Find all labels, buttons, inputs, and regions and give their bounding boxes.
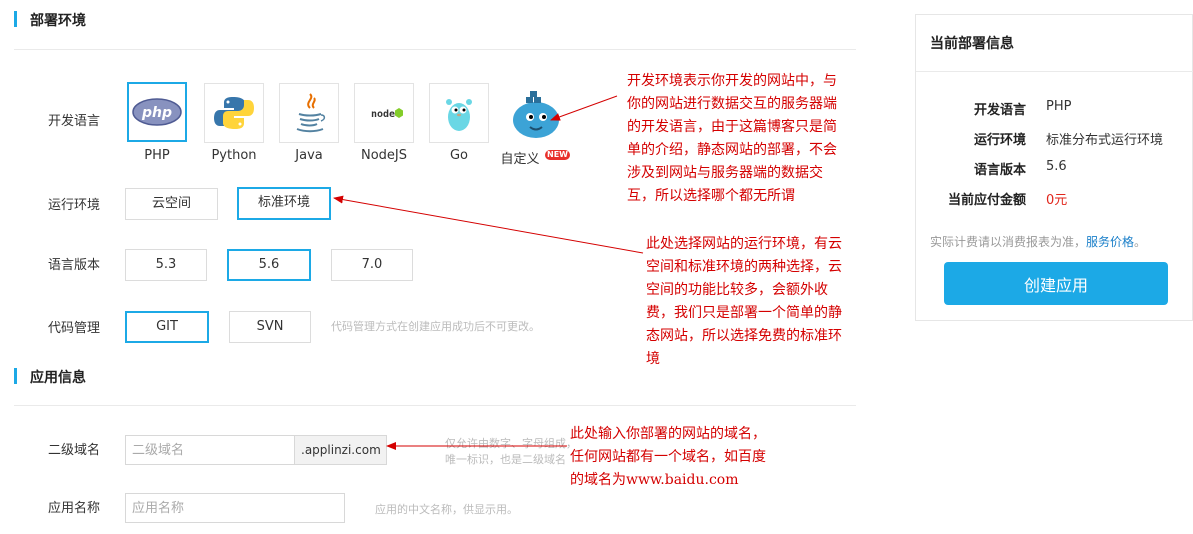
summary-label-language: 开发语言	[973, 103, 1026, 118]
version-option-7-0[interactable]: 7.0	[331, 249, 413, 281]
summary-value-runtime: 标准分布式运行环境	[1046, 133, 1164, 148]
annotation-line: 单的介绍，静态网站的部署，不会	[627, 142, 837, 158]
annotation-line: 互，所以选择哪个都无所谓	[627, 188, 795, 204]
annotation-line: 境	[646, 351, 660, 367]
billing-note-text: 实际计费请以消费报表为准，	[930, 235, 1087, 249]
annotation-line: 费，我们只是部署一个简单的静	[646, 305, 842, 321]
runtime-label: 运行环境	[48, 198, 101, 213]
section-title-deploy: 部署环境	[14, 10, 86, 30]
annotation-line: 此处输入你部署的网站的域名，	[570, 426, 766, 442]
annotation-language: 开发环境表示你开发的网站中，与 你的网站进行数据交互的服务器端 的开发语言，由于…	[627, 70, 837, 208]
annotation-line: 此处选择网站的运行环境，有云	[646, 236, 842, 252]
annotation-line: 你的网站进行数据交互的服务器端	[627, 96, 837, 112]
summary-title: 当前部署信息	[930, 36, 1014, 52]
pricing-link[interactable]: 服务价格	[1086, 235, 1134, 249]
domain-hint-line2: 唯一标识，也是二级域名	[445, 453, 566, 466]
domain-label: 二级域名	[48, 443, 101, 458]
annotation-line: 任何网站都有一个域名，如百度	[570, 449, 766, 465]
deploy-summary-panel: 当前部署信息 开发语言 PHP 运行环境 标准分布式运行环境 语言版本 5.6 …	[915, 14, 1193, 321]
vcs-hint: 代码管理方式在创建应用成功后不可更改。	[331, 320, 540, 333]
domain-input[interactable]	[125, 435, 295, 465]
annotation-line: 的开发语言，由于这篇博客只是简	[627, 119, 837, 135]
version-option-5-3[interactable]: 5.3	[125, 249, 207, 281]
language-option-custom[interactable]	[506, 83, 566, 143]
svg-text:node: node	[371, 109, 395, 120]
version-option-5-6[interactable]: 5.6	[227, 249, 311, 281]
domain-hint-line1: 仅允许由数字、字母组成，	[445, 437, 577, 450]
svg-text:php: php	[141, 105, 172, 121]
language-option-go[interactable]	[429, 83, 489, 143]
summary-value-version: 5.6	[1046, 159, 1067, 174]
docker-whale-icon	[513, 91, 559, 138]
vcs-label: 代码管理	[48, 321, 101, 336]
section-title-app: 应用信息	[14, 367, 86, 387]
divider	[14, 405, 856, 406]
annotation-line: 空间和标准环境的两种选择，云	[646, 259, 842, 275]
app-name-hint: 应用的中文名称，供显示用。	[375, 503, 518, 516]
annotation-line: 开发环境表示你开发的网站中，与	[627, 73, 837, 89]
language-option-python[interactable]	[204, 83, 264, 143]
annotation-domain: 此处输入你部署的网站的域名， 任何网站都有一个域名，如百度 的域名为www.ba…	[570, 423, 766, 492]
nodejs-logo-icon: node	[371, 108, 403, 120]
new-badge: NEW	[545, 150, 570, 160]
app-name-input[interactable]	[125, 493, 345, 523]
annotation-line: 涉及到网站与服务器端的数据交	[627, 165, 823, 181]
summary-label-version: 语言版本	[973, 163, 1026, 178]
go-gopher-icon	[446, 99, 472, 131]
annotation-line: 的域名为www.baidu.com	[570, 472, 739, 488]
divider	[14, 49, 856, 50]
summary-value-language: PHP	[1046, 99, 1072, 114]
summary-label-amount: 当前应付金额	[947, 193, 1026, 208]
app-name-label: 应用名称	[48, 501, 101, 516]
domain-suffix: .applinzi.com	[295, 435, 387, 465]
billing-note-end: 。	[1134, 235, 1147, 249]
runtime-option-cloud-space[interactable]: 云空间	[125, 188, 218, 220]
php-logo-icon: php	[132, 98, 182, 126]
annotation-runtime: 此处选择网站的运行环境，有云 空间和标准环境的两种选择，云 空间的功能比较多，会…	[646, 233, 842, 371]
annotation-line: 空间的功能比较多，会额外收	[646, 282, 828, 298]
vcs-option-git[interactable]: GIT	[125, 311, 209, 343]
version-label: 语言版本	[48, 258, 101, 273]
java-logo-icon	[296, 93, 326, 133]
arrow-to-runtime	[333, 195, 644, 254]
summary-label-runtime: 运行环境	[973, 133, 1026, 148]
billing-note: 实际计费请以消费报表为准，服务价格。	[930, 233, 1146, 250]
vcs-option-svn[interactable]: SVN	[229, 311, 311, 343]
divider	[916, 71, 1193, 72]
summary-value-amount: 0元	[1046, 193, 1068, 208]
annotation-line: 态网站，所以选择免费的标准环	[646, 328, 842, 344]
python-logo-icon	[214, 97, 254, 129]
language-option-php[interactable]: php	[127, 82, 187, 142]
language-label: 开发语言	[48, 114, 101, 129]
language-option-java[interactable]	[279, 83, 339, 143]
runtime-option-standard[interactable]: 标准环境	[237, 187, 331, 220]
create-app-button[interactable]: 创建应用	[944, 262, 1168, 305]
language-option-nodejs[interactable]: node	[354, 83, 414, 143]
